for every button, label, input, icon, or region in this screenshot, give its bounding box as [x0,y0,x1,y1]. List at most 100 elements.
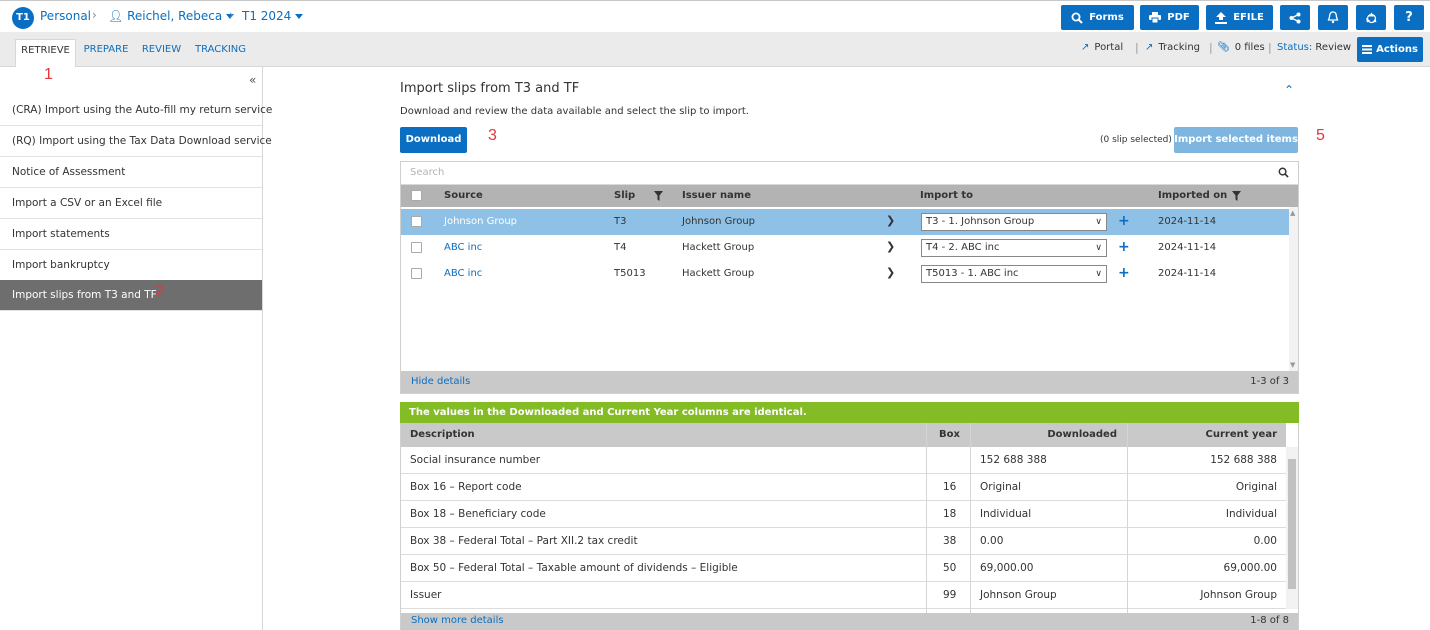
actions-button[interactable]: Actions [1357,37,1423,62]
separator: | [1209,41,1213,54]
chevron-down-icon: ∨ [1095,243,1102,253]
add-icon[interactable]: + [1118,265,1130,281]
import-to-select[interactable]: T4 - 2. ABC inc ∨ [921,239,1107,257]
sidebar-item-import-slips[interactable]: Import slips from T3 and TF [0,280,262,311]
breadcrumb-client[interactable]: 👤︎ Reichel, Rebeca [108,9,235,23]
downloaded-cell: Johnson Group [980,589,1057,601]
column-divider [970,423,971,613]
details-range: 1-8 of 8 [1250,615,1289,626]
source-link[interactable]: ABC inc [444,242,482,253]
search-input[interactable]: Search [410,167,444,178]
show-more-details-link[interactable]: Show more details [411,615,504,626]
select-all-checkbox[interactable] [411,190,422,201]
portal-label: Portal [1094,42,1124,53]
page-title: Import slips from T3 and TF [400,81,580,96]
sidebar-item-notice-of-assessment[interactable]: Notice of Assessment [0,157,262,188]
table-row[interactable]: ABC inc T5013 Hackett Group ❯ T5013 - 1.… [401,261,1289,287]
table-row[interactable]: ABC inc T4 Hackett Group ❯ T4 - 2. ABC i… [401,235,1289,261]
box-cell: 99 [943,589,957,601]
row-checkbox[interactable] [411,268,422,279]
external-link-icon: ↗ [1145,42,1154,53]
tab-review[interactable]: REVIEW [138,39,185,67]
row-checkbox[interactable] [411,216,422,227]
top-bar: T1 Personal › 👤︎ Reichel, Rebeca › T1 20… [0,0,1430,32]
tab-retrieve[interactable]: RETRIEVE [15,39,76,67]
table-row[interactable]: Johnson Group T3 Johnson Group ❯ T3 - 1.… [401,209,1289,235]
portal-link[interactable]: ↗ Portal [1081,42,1123,53]
forms-label: Forms [1089,12,1124,23]
box-cell: 38 [943,535,957,547]
sidebar-item-rq-download[interactable]: (RQ) Import using the Tax Data Download … [0,126,272,157]
annotation-1: 1 [44,66,53,83]
recycle-icon [1365,12,1376,24]
sidebar: « (CRA) Import using the Auto-fill my re… [0,67,272,630]
import-selected-button[interactable]: Import selected items [1174,127,1298,153]
add-icon[interactable]: + [1118,213,1130,229]
sidebar-item-import-csv[interactable]: Import a CSV or an Excel file [0,188,262,219]
download-button[interactable]: Download [400,127,467,153]
files-link[interactable]: 📎︎ 0 files [1217,42,1265,53]
description-cell: Box 38 – Federal Total – Part XII.2 tax … [410,535,638,547]
tab-tracking[interactable]: TRACKING [192,39,249,67]
import-to-value: T4 - 2. ABC inc [926,242,1000,253]
scroll-thumb[interactable] [1288,459,1296,589]
details-scrollbar[interactable] [1286,447,1298,609]
filter-icon[interactable] [654,191,663,201]
description-cell: Box 16 – Report code [410,481,522,493]
import-to-select[interactable]: T3 - 1. Johnson Group ∨ [921,213,1107,231]
breadcrumb-personal[interactable]: Personal [40,9,91,23]
collapse-sidebar-button[interactable]: « [249,73,256,87]
recycle-button[interactable] [1356,5,1386,30]
sidebar-item-import-bankruptcy[interactable]: Import bankruptcy [0,250,262,281]
grid-range: 1-3 of 3 [1250,376,1289,387]
col-source[interactable]: Source [444,190,483,201]
issuer-cell: Hackett Group [682,268,755,279]
imported-on-cell: 2024-11-14 [1158,216,1217,227]
downloaded-cell: 69,000.00 [980,562,1034,574]
notifications-button[interactable] [1318,5,1348,30]
source-link[interactable]: Johnson Group [444,216,517,227]
row-checkbox[interactable] [411,242,422,253]
efile-button[interactable]: EFILE [1206,5,1273,30]
column-divider [926,423,927,613]
details-row: Box 18 – Beneficiary code 18 Individual … [401,501,1286,528]
tracking-label: Tracking [1158,42,1201,53]
source-link[interactable]: ABC inc [444,268,482,279]
col-import-to[interactable]: Import to [920,190,973,201]
tracking-link[interactable]: ↗ Tracking [1145,42,1200,53]
sidebar-item-import-statements[interactable]: Import statements [0,219,262,250]
forms-button[interactable]: Forms [1061,5,1134,30]
grid-search[interactable]: Search [401,162,1298,185]
col-downloaded: Downloaded [1047,429,1117,440]
grid-scrollbar[interactable]: ▲ ▼ [1289,207,1298,371]
import-to-select[interactable]: T5013 - 1. ABC inc ∨ [921,265,1107,283]
slip-cell: T5013 [614,268,646,279]
current-year-cell: 152 688 388 [1210,454,1277,466]
col-issuer[interactable]: Issuer name [682,190,751,201]
add-icon[interactable]: + [1118,239,1130,255]
scroll-down-icon[interactable]: ▼ [1290,361,1295,369]
import-to-value: T3 - 1. Johnson Group [926,216,1035,227]
pdf-button[interactable]: PDF [1140,5,1199,30]
breadcrumb-year[interactable]: T1 2024 [242,9,304,23]
filter-icon[interactable] [1232,191,1241,201]
col-slip[interactable]: Slip [614,190,635,201]
help-button[interactable]: ? [1394,5,1424,30]
caret-down-icon [295,14,304,19]
imported-on-cell: 2024-11-14 [1158,268,1217,279]
search-icon[interactable] [1278,167,1289,178]
share-button[interactable] [1280,5,1310,30]
col-box: Box [939,429,960,440]
sidebar-item-cra-autofill[interactable]: (CRA) Import using the Auto-fill my retu… [0,95,272,126]
grid-header: Source Slip Issuer name Import to Import… [401,185,1298,207]
annotation-2: 2 [155,283,164,300]
hide-details-link[interactable]: Hide details [411,376,470,387]
chevron-up-icon[interactable]: ⌃ [1284,83,1294,97]
current-year-cell: 69,000.00 [1223,562,1277,574]
tab-prepare[interactable]: PREPARE [80,39,132,67]
col-imported-on[interactable]: Imported on [1158,190,1227,201]
separator: | [1135,41,1139,54]
search-icon [1071,12,1083,24]
scroll-up-icon[interactable]: ▲ [1290,209,1295,217]
separator: | [1268,41,1272,54]
